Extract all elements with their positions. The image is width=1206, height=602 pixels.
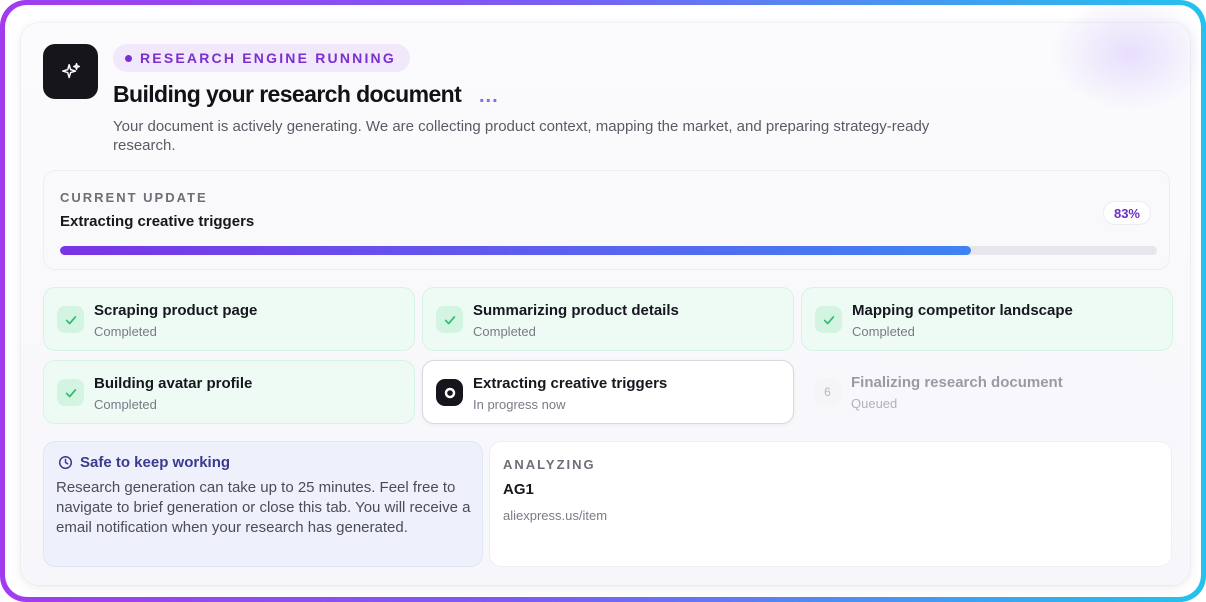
analyzing-label: ANALYZING bbox=[503, 457, 596, 472]
status-badge-label: RESEARCH ENGINE RUNNING bbox=[140, 50, 396, 66]
analyzing-url: aliexpress.us/item bbox=[503, 508, 608, 523]
status-dot bbox=[125, 54, 132, 62]
research-progress-card: RESEARCH ENGINE RUNNING Building your re… bbox=[21, 5, 1201, 585]
progress-bar bbox=[60, 246, 1157, 255]
step-status: Queued bbox=[851, 396, 898, 411]
step-name: Finalizing research document bbox=[851, 374, 1063, 391]
notice-title: Safe to keep working bbox=[58, 454, 230, 471]
step-name: Scraping product page bbox=[94, 302, 258, 319]
step-mapping-competitor-landscape: Mapping competitor landscape Completed bbox=[801, 287, 1173, 351]
step-extracting-creative-triggers: Extracting creative triggers In progress… bbox=[422, 360, 794, 424]
decorative-glow bbox=[1050, 5, 1201, 113]
step-name: Building avatar profile bbox=[94, 375, 253, 392]
analyzing-panel: ANALYZING AG1 aliexpress.us/item bbox=[489, 441, 1172, 567]
step-number: 6 bbox=[814, 378, 841, 405]
check-icon bbox=[815, 306, 842, 333]
step-name: Mapping competitor landscape bbox=[852, 302, 1073, 319]
step-finalizing-research-document: 6 Finalizing research document Queued bbox=[801, 360, 1173, 424]
loading-dots: ... bbox=[479, 85, 499, 107]
check-icon bbox=[436, 306, 463, 333]
step-status: In progress now bbox=[473, 397, 566, 412]
page-subtitle: Your document is actively generating. We… bbox=[113, 118, 930, 154]
current-update-panel: CURRENT UPDATE Extracting creative trigg… bbox=[43, 170, 1170, 270]
step-name: Summarizing product details bbox=[473, 302, 679, 319]
sparkles-icon bbox=[43, 44, 98, 99]
page-title: Building your research document bbox=[113, 81, 462, 107]
clock-icon bbox=[58, 455, 73, 470]
analyzing-product-name: AG1 bbox=[503, 481, 534, 498]
notice-body: Research generation can take up to 25 mi… bbox=[56, 479, 471, 536]
steps-grid: Scraping product page Completed Summariz… bbox=[43, 287, 1173, 427]
step-name: Extracting creative triggers bbox=[473, 375, 668, 392]
notice-title-text: Safe to keep working bbox=[80, 454, 231, 471]
record-icon bbox=[436, 379, 463, 406]
status-badge: RESEARCH ENGINE RUNNING bbox=[113, 44, 410, 72]
step-scraping-product-page: Scraping product page Completed bbox=[43, 287, 415, 351]
current-update-label: CURRENT UPDATE bbox=[60, 190, 208, 205]
step-building-avatar-profile: Building avatar profile Completed bbox=[43, 360, 415, 424]
gradient-frame: RESEARCH ENGINE RUNNING Building your re… bbox=[0, 0, 1206, 602]
window: RESEARCH ENGINE RUNNING Building your re… bbox=[5, 5, 1201, 597]
step-status: Completed bbox=[94, 397, 157, 412]
step-status: Completed bbox=[94, 324, 157, 339]
step-status: Completed bbox=[473, 324, 536, 339]
check-icon bbox=[57, 306, 84, 333]
progress-percent-badge: 83% bbox=[1102, 201, 1151, 225]
step-summarizing-product-details: Summarizing product details Completed bbox=[422, 287, 794, 351]
check-icon bbox=[57, 379, 84, 406]
step-status: Completed bbox=[852, 324, 915, 339]
progress-bar-fill bbox=[60, 246, 971, 255]
safe-to-keep-working-notice: Safe to keep working Research generation… bbox=[43, 441, 483, 567]
current-update-text: Extracting creative triggers bbox=[60, 213, 255, 230]
